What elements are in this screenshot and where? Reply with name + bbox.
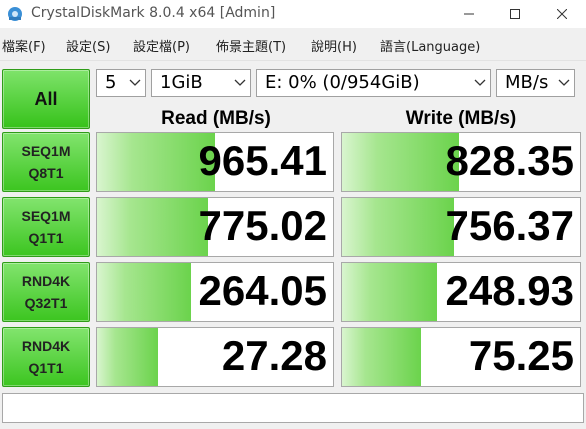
write-value: 828.35: [445, 137, 574, 184]
menu-bar: 檔案(F) 設定(S) 設定檔(P) 佈景主題(T) 說明(H) 語言(Lang…: [0, 30, 586, 58]
count-value: 5: [105, 72, 117, 93]
test-label: SEQ1M: [21, 208, 71, 224]
test-button-seq1m-q8t1[interactable]: SEQ1M Q8T1: [2, 132, 90, 192]
test-label: Q1T1: [28, 360, 64, 376]
read-fill-bar: [97, 263, 192, 321]
test-button-seq1m-q1t1[interactable]: SEQ1M Q1T1: [2, 197, 90, 257]
write-result: 756.37: [341, 197, 581, 257]
unit-value: MB/s: [505, 72, 549, 93]
chevron-down-icon: [474, 79, 486, 86]
size-value: 1GiB: [160, 72, 203, 93]
size-select[interactable]: 1GiB: [151, 69, 251, 97]
read-value: 27.28: [221, 332, 327, 379]
menu-help[interactable]: 說明(H): [311, 36, 357, 55]
read-result: 775.02: [96, 197, 334, 257]
menu-divider: [0, 60, 586, 61]
write-fill-bar: [342, 133, 459, 191]
read-value: 965.41: [198, 137, 327, 184]
menu-file[interactable]: 檔案(F): [2, 36, 46, 55]
read-value: 775.02: [198, 202, 327, 249]
close-icon: [557, 9, 567, 19]
read-value: 264.05: [198, 267, 327, 314]
menu-profile[interactable]: 設定檔(P): [133, 36, 190, 55]
test-label: RND4K: [21, 338, 71, 354]
maximize-button[interactable]: [492, 0, 538, 28]
read-header: Read (MB/s): [161, 108, 271, 129]
maximize-icon: [510, 9, 520, 19]
test-button-rnd4k-q1t1[interactable]: RND4K Q1T1: [2, 327, 90, 387]
minimize-button[interactable]: [446, 0, 492, 28]
write-fill-bar: [342, 328, 421, 386]
write-fill-bar: [342, 263, 438, 321]
read-result: 27.28: [96, 327, 334, 387]
minimize-icon: [464, 13, 474, 15]
close-button[interactable]: [538, 0, 586, 28]
read-fill-bar: [97, 328, 159, 386]
chevron-down-icon: [234, 79, 246, 86]
write-fill-bar: [342, 198, 454, 256]
chevron-down-icon: [129, 79, 141, 86]
test-label: Q1T1: [28, 230, 64, 246]
read-result: 264.05: [96, 262, 334, 322]
drive-select[interactable]: E: 0% (0/954GiB): [256, 69, 491, 97]
write-result: 75.25: [341, 327, 581, 387]
app-icon: [8, 7, 22, 21]
test-label: SEQ1M: [21, 143, 71, 159]
test-button-rnd4k-q32t1[interactable]: RND4K Q32T1: [2, 262, 90, 322]
unit-select[interactable]: MB/s: [496, 69, 575, 97]
window-title: CrystalDiskMark 8.0.4 x64 [Admin]: [31, 5, 276, 21]
read-result: 965.41: [96, 132, 334, 192]
all-button[interactable]: All: [2, 69, 90, 129]
write-value: 248.93: [445, 267, 574, 314]
menu-language[interactable]: 語言(Language): [380, 36, 480, 55]
menu-theme[interactable]: 佈景主題(T): [216, 36, 286, 55]
comment-field[interactable]: [2, 393, 584, 423]
count-select[interactable]: 5: [96, 69, 146, 97]
drive-value: E: 0% (0/954GiB): [265, 72, 420, 93]
write-result: 828.35: [341, 132, 581, 192]
read-fill-bar: [97, 133, 215, 191]
chevron-down-icon: [558, 79, 570, 86]
write-value: 756.37: [445, 202, 574, 249]
write-header: Write (MB/s): [405, 108, 517, 129]
test-label: RND4K: [21, 273, 71, 289]
menu-settings[interactable]: 設定(S): [66, 36, 110, 55]
title-bar: CrystalDiskMark 8.0.4 x64 [Admin]: [0, 0, 586, 28]
read-fill-bar: [97, 198, 208, 256]
test-label: Q8T1: [28, 165, 64, 181]
write-value: 75.25: [468, 332, 574, 379]
write-result: 248.93: [341, 262, 581, 322]
test-label: Q32T1: [24, 295, 68, 311]
